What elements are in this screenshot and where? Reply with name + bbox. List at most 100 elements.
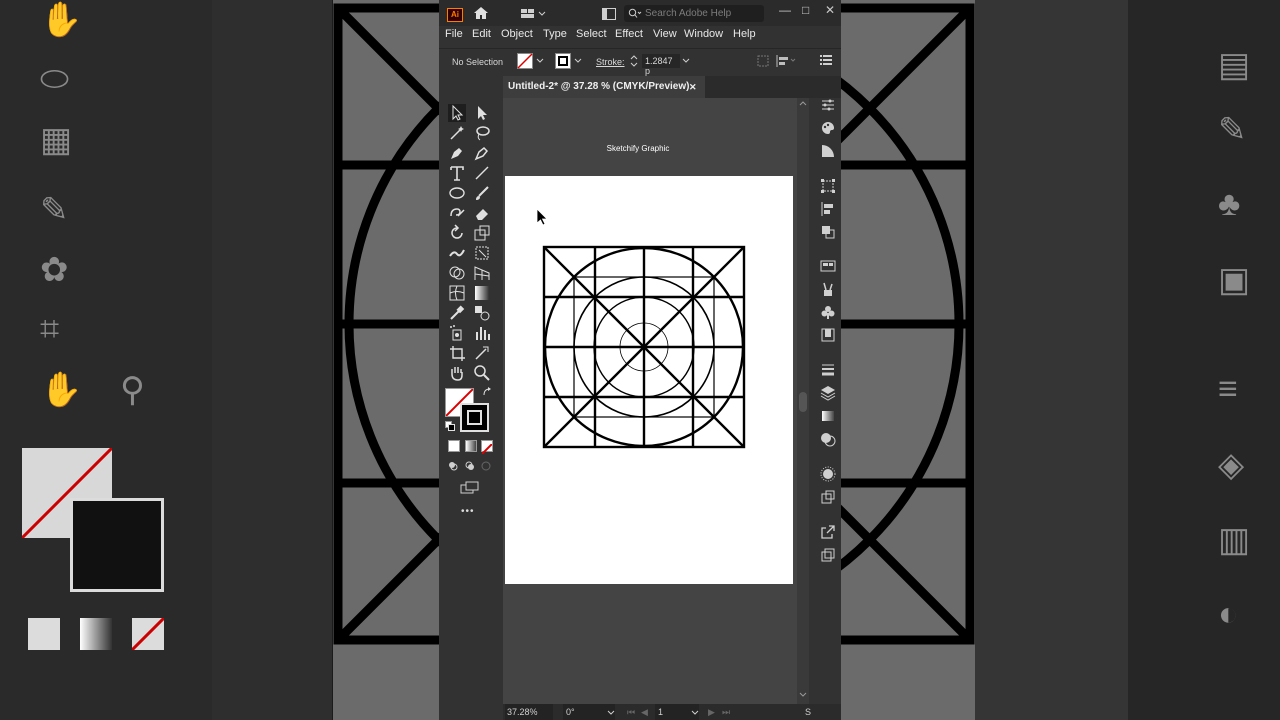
export-panel-icon[interactable] xyxy=(820,524,836,540)
vertical-scrollbar[interactable] xyxy=(797,98,809,704)
minimize-button[interactable]: — xyxy=(779,3,791,17)
menu-edit[interactable]: Edit xyxy=(472,28,491,40)
align-icon[interactable] xyxy=(776,55,798,67)
libraries-panel-icon[interactable] xyxy=(820,258,836,274)
draw-normal-icon[interactable] xyxy=(448,461,458,471)
stroke-color-swatch[interactable] xyxy=(555,53,571,69)
graphic-styles-panel-icon[interactable] xyxy=(820,327,836,343)
appearance-panel-icon[interactable] xyxy=(820,466,836,482)
ellipse-tool-icon[interactable] xyxy=(448,184,466,202)
artboard-tool-icon[interactable] xyxy=(448,344,466,362)
control-bar-menu-icon[interactable] xyxy=(820,55,832,65)
column-graph-tool-icon[interactable] xyxy=(473,324,491,342)
gradient-panel-icon[interactable] xyxy=(820,408,836,424)
scroll-down-chevron-icon[interactable] xyxy=(799,692,807,698)
home-icon[interactable] xyxy=(473,6,489,20)
last-artboard-icon[interactable]: ⏭ xyxy=(722,704,730,720)
menu-view[interactable]: View xyxy=(653,28,677,40)
shape-builder-tool-icon[interactable] xyxy=(448,264,466,282)
maximize-button[interactable]: □ xyxy=(802,3,809,17)
selection-tool-icon[interactable] xyxy=(448,104,466,122)
symbol-sprayer-tool-icon[interactable] xyxy=(448,324,466,342)
scroll-thumb[interactable] xyxy=(799,392,807,412)
rotation-field[interactable]: 0° xyxy=(563,704,615,720)
next-artboard-icon[interactable]: ▶ xyxy=(708,704,715,720)
none-mode-button[interactable] xyxy=(481,440,493,455)
color-panel-icon[interactable] xyxy=(820,120,836,136)
panel-layout-icon[interactable] xyxy=(602,8,616,20)
zoom-field[interactable]: 37.28% xyxy=(505,704,553,720)
artboard[interactable] xyxy=(505,176,793,584)
gradient-mode-button[interactable] xyxy=(465,440,477,452)
transform-panel-icon[interactable] xyxy=(820,178,836,194)
menu-object[interactable]: Object xyxy=(501,28,533,40)
stroke-panel-icon[interactable] xyxy=(820,362,836,378)
artboard-number-chevron-icon[interactable] xyxy=(691,710,699,715)
color-guide-panel-icon[interactable] xyxy=(820,143,836,159)
draw-inside-icon[interactable] xyxy=(481,461,491,471)
mesh-tool-icon[interactable] xyxy=(448,284,466,302)
brushes-panel-icon[interactable] xyxy=(820,281,836,297)
symbols-panel-icon[interactable] xyxy=(820,304,836,320)
menu-help[interactable]: Help xyxy=(733,28,756,40)
screen-mode-icon[interactable] xyxy=(460,481,480,495)
pathfinder-panel-icon[interactable] xyxy=(820,224,836,240)
artboard-number-field[interactable]: 1 xyxy=(655,704,699,720)
sketch-grid-artwork[interactable] xyxy=(505,176,793,584)
menu-effect[interactable]: Effect xyxy=(615,28,643,40)
curvature-tool-icon[interactable] xyxy=(473,144,491,162)
menu-file[interactable]: File xyxy=(445,28,463,40)
paintbrush-tool-icon[interactable] xyxy=(473,184,491,202)
align-panel-icon[interactable] xyxy=(820,201,836,217)
transform-icon[interactable] xyxy=(757,55,769,67)
default-fill-stroke-icon[interactable] xyxy=(445,421,455,431)
rotation-chevron-icon[interactable] xyxy=(607,710,615,715)
shaper-tool-icon[interactable] xyxy=(448,204,466,222)
transparency-panel-icon[interactable] xyxy=(820,431,836,447)
workspace-switcher-icon[interactable] xyxy=(521,8,547,20)
scroll-up-chevron-icon[interactable] xyxy=(799,100,807,106)
stroke-label[interactable]: Stroke: xyxy=(596,57,625,67)
slice-tool-icon[interactable] xyxy=(473,344,491,362)
artboards-panel-icon[interactable] xyxy=(820,547,836,563)
close-button[interactable]: ✕ xyxy=(825,3,835,17)
scale-tool-icon[interactable] xyxy=(473,224,491,242)
stroke-weight-chevron-icon[interactable] xyxy=(682,58,690,64)
previous-artboard-icon[interactable]: ◀ xyxy=(641,704,648,720)
document-tab-close-icon[interactable]: ✕ xyxy=(689,76,697,98)
search-field[interactable]: Search Adobe Help xyxy=(624,5,764,22)
properties-panel-icon[interactable] xyxy=(820,97,836,113)
type-tool-icon[interactable] xyxy=(448,164,466,182)
status-menu-icon[interactable]: S xyxy=(805,704,811,720)
menu-window[interactable]: Window xyxy=(684,28,723,40)
perspective-grid-tool-icon[interactable] xyxy=(473,264,491,282)
zoom-tool-icon[interactable] xyxy=(473,364,491,382)
stroke-weight-input[interactable]: 1.2847 p xyxy=(642,54,680,76)
blend-tool-icon[interactable] xyxy=(473,304,491,322)
hand-tool-icon[interactable] xyxy=(448,364,466,382)
stroke-swatch[interactable] xyxy=(460,403,489,432)
swap-fill-stroke-icon[interactable] xyxy=(482,387,492,397)
draw-behind-icon[interactable] xyxy=(465,461,475,471)
gradient-tool-icon[interactable] xyxy=(473,284,491,302)
lasso-tool-icon[interactable] xyxy=(473,124,491,142)
edit-toolbar-more-icon[interactable]: ••• xyxy=(461,506,475,517)
direct-selection-tool-icon[interactable] xyxy=(473,104,491,122)
warp-tool-icon[interactable] xyxy=(448,244,466,262)
canvas-area[interactable]: Sketchify Graphic xyxy=(503,98,809,704)
fill-color-swatch[interactable] xyxy=(517,53,533,69)
first-artboard-icon[interactable]: ⏮ xyxy=(627,704,635,720)
eraser-tool-icon[interactable] xyxy=(473,204,491,222)
pen-tool-icon[interactable] xyxy=(448,144,466,162)
document-tab[interactable]: Untitled-2* @ 37.28 % (CMYK/Preview) ✕ xyxy=(503,76,705,98)
line-segment-tool-icon[interactable] xyxy=(473,164,491,182)
layers-panel-icon[interactable] xyxy=(820,385,836,401)
menu-select[interactable]: Select xyxy=(576,28,607,40)
rotate-tool-icon[interactable] xyxy=(448,224,466,242)
eyedropper-tool-icon[interactable] xyxy=(448,304,466,322)
stroke-dropdown-chevron-icon[interactable] xyxy=(574,58,582,64)
menu-type[interactable]: Type xyxy=(543,28,567,40)
color-mode-button[interactable] xyxy=(448,440,460,452)
magic-wand-tool-icon[interactable] xyxy=(448,124,466,142)
asset-export-panel-icon[interactable] xyxy=(820,489,836,505)
